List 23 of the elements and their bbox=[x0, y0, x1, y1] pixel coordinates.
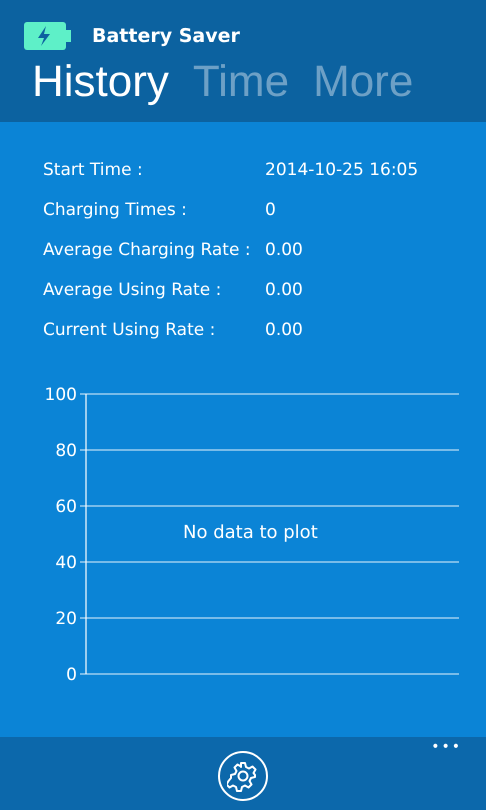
axis-tick-label: 40 bbox=[55, 553, 77, 573]
axis-tick-label: 0 bbox=[66, 665, 77, 685]
settings-icon bbox=[227, 760, 259, 792]
more-button[interactable]: ••• bbox=[431, 739, 462, 755]
settings-button[interactable] bbox=[218, 751, 268, 801]
stat-value: 0.00 bbox=[265, 240, 304, 260]
axis-tick-label: 60 bbox=[55, 497, 77, 517]
stat-value: 2014-10-25 16:05 bbox=[265, 160, 420, 180]
stat-value: 0 bbox=[265, 200, 277, 220]
stat-label: Average Charging Rate : bbox=[43, 240, 252, 260]
stat-label: Average Using Rate : bbox=[43, 280, 222, 300]
stat-label: Charging Times : bbox=[43, 200, 188, 220]
empty-chart-message: No data to plot bbox=[183, 522, 318, 543]
axis-tick-label: 100 bbox=[44, 385, 77, 405]
axis-tick-label: 20 bbox=[55, 609, 77, 629]
tab[interactable]: History bbox=[32, 58, 169, 106]
stat-label: Current Using Rate : bbox=[43, 320, 216, 340]
stat-value: 0.00 bbox=[265, 280, 304, 300]
stat-value: 0.00 bbox=[265, 320, 304, 340]
battery-icon bbox=[24, 22, 72, 50]
app-title: Battery Saver bbox=[92, 25, 240, 47]
stat-label: Start Time : bbox=[43, 160, 144, 180]
axis-tick-label: 80 bbox=[55, 441, 77, 461]
